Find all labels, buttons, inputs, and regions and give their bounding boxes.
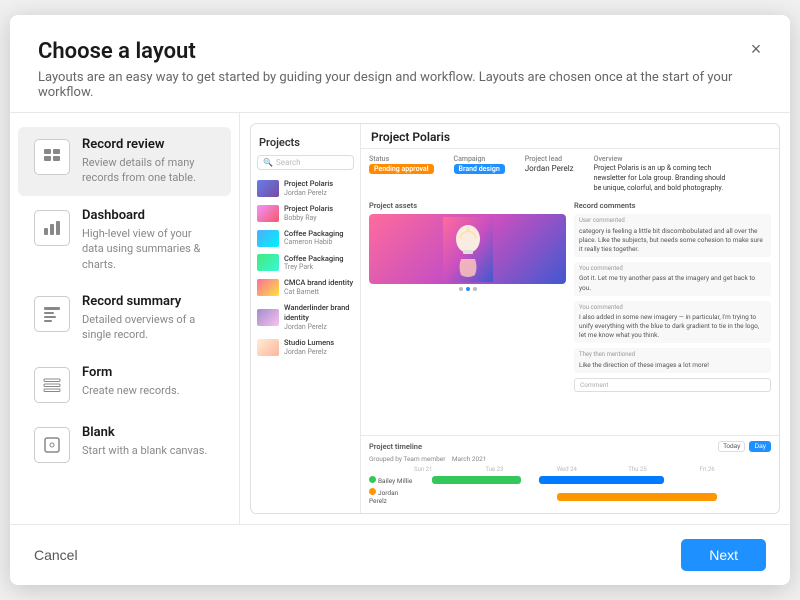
cancel-button[interactable]: Cancel bbox=[34, 547, 78, 563]
list-item[interactable]: Coffee Packaging Trey Park bbox=[251, 251, 360, 276]
asset-image bbox=[369, 214, 566, 284]
project-lead-field: Project lead Jordan Perelz bbox=[525, 155, 574, 193]
preview-sidebar: Projects 🔍 Search Project Polaris Jordan… bbox=[251, 124, 361, 513]
comment-item: User commented category is feeling a lit… bbox=[574, 214, 771, 257]
timeline-bar-brief bbox=[432, 476, 521, 484]
search-bar[interactable]: 🔍 Search bbox=[257, 155, 354, 170]
preview-main-content: Status Pending approval Campaign Brand d… bbox=[361, 149, 779, 435]
list-item[interactable]: CMCA brand identity Cat Barnett bbox=[251, 275, 360, 300]
list-item[interactable]: Project Polaris Bobby Ray bbox=[251, 201, 360, 226]
list-item-thumb bbox=[257, 279, 279, 296]
timeline-row-jordan: Jordan Perelz bbox=[369, 488, 771, 505]
main-record-title: Project Polaris bbox=[371, 130, 450, 144]
timeline-today-btn[interactable]: Today bbox=[718, 441, 745, 452]
assets-section: Project assets bbox=[369, 201, 566, 391]
record-summary-icon bbox=[34, 296, 70, 332]
timeline-bar-competitive bbox=[539, 476, 664, 484]
overview-field: Overview Project Polaris is an up & comi… bbox=[594, 155, 734, 193]
layout-desc-dashboard: High-level view of your data using summa… bbox=[82, 226, 215, 272]
asset-pagination bbox=[369, 287, 566, 291]
layout-item-blank[interactable]: Blank Start with a blank canvas. bbox=[18, 415, 231, 473]
preview-main-header: Project Polaris bbox=[361, 124, 779, 149]
preview-card: Projects 🔍 Search Project Polaris Jordan… bbox=[250, 123, 780, 514]
timeline-bars-bailey bbox=[414, 475, 771, 485]
status-badge: Pending approval bbox=[369, 164, 434, 174]
layout-list: Record review Review details of many rec… bbox=[10, 113, 240, 524]
layout-desc-record-summary: Detailed overviews of a single record. bbox=[82, 312, 215, 343]
layout-desc-record-review: Review details of many records from one … bbox=[82, 155, 215, 186]
modal-footer: Cancel Next bbox=[10, 524, 790, 585]
form-icon bbox=[34, 367, 70, 403]
campaign-field: Campaign Brand design bbox=[454, 155, 505, 193]
search-placeholder: Search bbox=[276, 158, 301, 167]
comment-item: You commented Got it. Let me try another… bbox=[574, 262, 771, 296]
blank-icon bbox=[34, 427, 70, 463]
layout-desc-blank: Start with a blank canvas. bbox=[82, 443, 207, 458]
layout-name-dashboard: Dashboard bbox=[82, 208, 215, 223]
record-meta: Status Pending approval Campaign Brand d… bbox=[369, 155, 771, 193]
assets-title: Project assets bbox=[369, 201, 566, 210]
timeline-bar-brand-design bbox=[557, 493, 718, 501]
timeline-row-bailey: Bailey Millie bbox=[369, 475, 771, 485]
list-item[interactable]: Coffee Packaging Cameron Habib bbox=[251, 226, 360, 251]
layout-item-form[interactable]: Form Create new records. bbox=[18, 355, 231, 413]
list-item-thumb bbox=[257, 339, 279, 356]
layout-desc-form: Create new records. bbox=[82, 383, 180, 398]
user-dot-jordan bbox=[369, 488, 376, 495]
list-item-thumb bbox=[257, 309, 279, 326]
list-item[interactable]: Studio Lumens Jordan Perelz bbox=[251, 335, 360, 360]
list-item-thumb bbox=[257, 254, 279, 271]
timeline-controls: Today Day bbox=[718, 441, 771, 452]
modal-subtitle: Layouts are an easy way to get started b… bbox=[38, 70, 762, 100]
modal-title: Choose a layout bbox=[38, 39, 762, 64]
user-dot-bailey bbox=[369, 476, 376, 483]
comment-input[interactable]: Comment bbox=[574, 378, 771, 392]
close-button[interactable]: × bbox=[742, 35, 770, 63]
layout-item-record-summary[interactable]: Record summary Detailed overviews of a s… bbox=[18, 284, 231, 353]
lightbulb-illustration bbox=[443, 217, 493, 282]
dashboard-icon bbox=[34, 210, 70, 246]
preview-area: Projects 🔍 Search Project Polaris Jordan… bbox=[240, 113, 790, 524]
list-item[interactable]: Wanderlinder brand identity Jordan Perel… bbox=[251, 300, 360, 335]
preview-sidebar-title: Projects bbox=[251, 132, 360, 155]
list-item[interactable]: Project Polaris Jordan Perelz bbox=[251, 176, 360, 201]
campaign-badge: Brand design bbox=[454, 164, 505, 174]
preview-inner: Projects 🔍 Search Project Polaris Jordan… bbox=[251, 124, 779, 513]
comment-item: They then mentioned Like the direction o… bbox=[574, 348, 771, 372]
next-button[interactable]: Next bbox=[681, 539, 766, 571]
record-review-icon bbox=[34, 139, 70, 175]
comments-title: Record comments bbox=[574, 201, 771, 210]
layout-item-dashboard[interactable]: Dashboard High-level view of your data u… bbox=[18, 198, 231, 282]
comment-item: You commented I also added in some new i… bbox=[574, 301, 771, 344]
list-item-thumb bbox=[257, 205, 279, 222]
timeline-bars-jordan bbox=[414, 492, 771, 502]
status-field: Status Pending approval bbox=[369, 155, 434, 193]
list-item-thumb bbox=[257, 230, 279, 247]
list-item-thumb bbox=[257, 180, 279, 197]
timeline-day-btn[interactable]: Day bbox=[749, 441, 771, 452]
assets-comments: Project assets bbox=[369, 201, 771, 391]
preview-main: Project Polaris Status Pending approval bbox=[361, 124, 779, 513]
timeline-section: Project timeline Today Day Grouped by Te… bbox=[361, 435, 779, 513]
timeline-days-header: Sun 21 Tue 23 Wed 24 Thu 25 Fri 26 bbox=[369, 466, 771, 473]
layout-name-blank: Blank bbox=[82, 425, 207, 440]
timeline-group-label: Grouped by Team member March 2021 bbox=[369, 455, 771, 463]
layout-item-record-review[interactable]: Record review Review details of many rec… bbox=[18, 127, 231, 196]
modal: Choose a layout Layouts are an easy way … bbox=[10, 15, 790, 585]
comments-section: Record comments User commented category … bbox=[574, 201, 771, 391]
timeline-title: Project timeline bbox=[369, 442, 422, 451]
modal-body: Record review Review details of many rec… bbox=[10, 113, 790, 524]
layout-name-record-summary: Record summary bbox=[82, 294, 215, 309]
overview-value: Project Polaris is an up & coming tech n… bbox=[594, 164, 734, 193]
modal-header: Choose a layout Layouts are an easy way … bbox=[10, 15, 790, 113]
layout-name-record-review: Record review bbox=[82, 137, 215, 152]
project-lead-value: Jordan Perelz bbox=[525, 164, 574, 173]
layout-name-form: Form bbox=[82, 365, 180, 380]
